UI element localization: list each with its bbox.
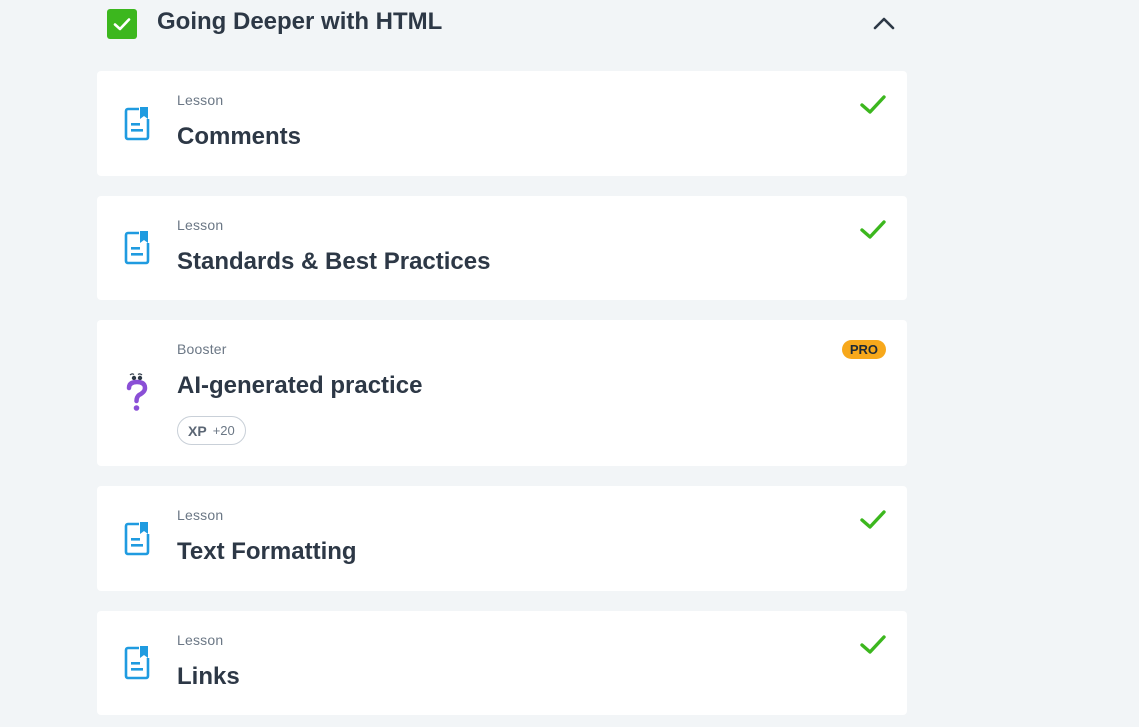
- lesson-card-comments[interactable]: Lesson Comments: [97, 71, 907, 176]
- item-title: AI-generated practice: [177, 372, 423, 399]
- item-title: Links: [177, 663, 240, 690]
- lesson-document-icon: [123, 643, 151, 683]
- item-type-label: Lesson: [177, 92, 224, 108]
- lesson-document-icon: [123, 228, 151, 268]
- xp-value: +20: [212, 423, 235, 438]
- course-section: Going Deeper with HTML Lesson Comments L…: [0, 0, 1139, 727]
- lesson-document-icon: [123, 104, 151, 144]
- question-mark-icon: [123, 373, 151, 413]
- completed-check-icon: [859, 633, 887, 657]
- section-header[interactable]: Going Deeper with HTML: [97, 0, 907, 48]
- completed-check-icon: [859, 508, 887, 532]
- pro-badge: PRO: [841, 340, 886, 359]
- collapse-chevron-up-icon[interactable]: [871, 10, 897, 36]
- xp-reward-pill: XP +20: [177, 416, 246, 445]
- section-title: Going Deeper with HTML: [157, 8, 443, 35]
- lesson-card-text-formatting[interactable]: Lesson Text Formatting: [97, 486, 907, 591]
- lesson-document-icon: [123, 519, 151, 559]
- item-type-label: Lesson: [177, 632, 224, 648]
- lesson-card-links[interactable]: Lesson Links: [97, 611, 907, 715]
- lesson-card-standards[interactable]: Lesson Standards & Best Practices: [97, 196, 907, 300]
- xp-label: XP: [188, 422, 207, 439]
- section-completed-check-icon: [107, 9, 137, 39]
- item-type-label: Booster: [177, 341, 227, 357]
- booster-card-ai-practice[interactable]: Booster AI-generated practice PRO XP +20: [97, 320, 907, 466]
- completed-check-icon: [859, 93, 887, 117]
- item-title: Text Formatting: [177, 538, 357, 565]
- item-type-label: Lesson: [177, 217, 224, 233]
- item-title: Comments: [177, 123, 302, 150]
- item-title: Standards & Best Practices: [177, 248, 491, 275]
- item-type-label: Lesson: [177, 507, 224, 523]
- completed-check-icon: [859, 218, 887, 242]
